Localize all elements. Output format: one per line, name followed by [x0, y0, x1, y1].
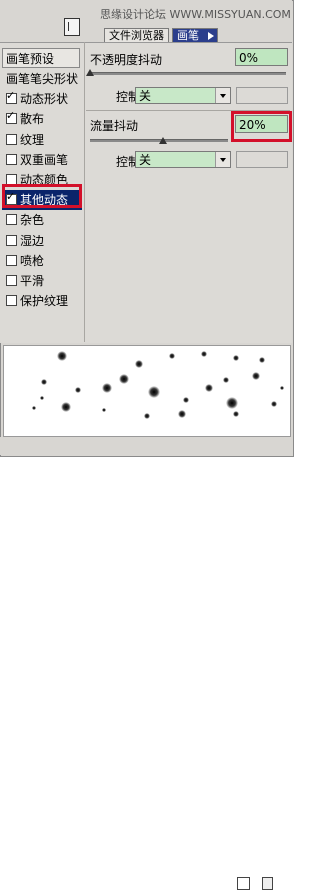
flow-jitter-slider-thumb[interactable] [159, 137, 168, 144]
brush-dab [226, 397, 238, 409]
brush-dab [41, 379, 47, 385]
opacity-control-select[interactable]: 关 [135, 87, 231, 104]
flow-jitter-label: 流量抖动 [90, 119, 139, 133]
brush-dab [178, 410, 186, 418]
opacity-control-value: 关 [139, 89, 152, 103]
panel-header: 思缘设计论坛 WWW.MISSYUAN.COM 文件浏览器 画笔 [0, 0, 292, 43]
sidebar-item[interactable]: 动态形状 [2, 89, 82, 109]
checkbox[interactable] [6, 214, 17, 226]
brush-dab [271, 401, 277, 407]
checkbox[interactable] [6, 295, 17, 307]
brush-dab [223, 377, 229, 383]
watermark-text: 思缘设计论坛 WWW.MISSYUAN.COM [100, 8, 291, 21]
sidebar-item[interactable]: 平滑 [2, 271, 82, 291]
sidebar-item-label: 保护纹理 [20, 294, 69, 309]
sidebar-item-brush-presets[interactable]: 画笔预设 [2, 48, 80, 68]
opacity-jitter-slider-track[interactable] [90, 72, 286, 75]
brush-dab [102, 383, 112, 393]
trash-icon[interactable] [262, 877, 273, 890]
brush-dab [32, 406, 36, 410]
brush-dab [183, 397, 189, 403]
opacity-jitter-field[interactable]: 0% [235, 48, 288, 66]
sidebar-item-label: 杂色 [20, 213, 45, 228]
brush-dab [205, 384, 213, 392]
sidebar-item[interactable]: 纹理 [2, 130, 82, 150]
checkbox[interactable] [6, 109, 17, 125]
panel-menu-arrow-icon[interactable] [208, 32, 214, 40]
brush-dab [61, 402, 71, 412]
flow-control-select[interactable]: 关 [135, 151, 231, 168]
sidebar-item-label: 画笔笔尖形状 [6, 72, 79, 86]
sidebar-item-label: 散布 [20, 112, 45, 127]
brush-dab [144, 413, 150, 419]
brush-dab [201, 351, 207, 357]
flow-control-aux-field [236, 151, 288, 168]
brush-dab [40, 396, 44, 400]
chevron-down-icon[interactable] [215, 152, 230, 167]
tab-file-browser[interactable]: 文件浏览器 [104, 28, 169, 43]
sidebar-item-label: 喷枪 [20, 253, 45, 268]
tab-brushes-label: 画笔 [177, 29, 199, 42]
brush-dab [119, 374, 129, 384]
opacity-jitter-label: 不透明度抖动 [90, 53, 163, 67]
checkbox[interactable] [6, 254, 17, 266]
checkbox[interactable] [6, 89, 17, 105]
brush-dab [252, 372, 260, 380]
brush-dab [135, 360, 143, 368]
chevron-down-icon[interactable] [215, 88, 230, 103]
brush-dab [233, 355, 239, 361]
opacity-jitter-slider-thumb[interactable] [86, 69, 94, 76]
sidebar-item[interactable]: 散布 [2, 109, 82, 129]
sidebar-item-label: 湿边 [20, 233, 45, 248]
brush-dab [75, 387, 81, 393]
checkbox[interactable] [6, 133, 17, 145]
opacity-control-aux-field [236, 87, 288, 104]
panel-footer [0, 437, 292, 890]
sidebar-divider [84, 42, 85, 342]
sidebar-item[interactable]: 杂色 [2, 210, 82, 230]
brush-stroke-preview [3, 345, 291, 437]
highlight-flow-jitter-field [231, 111, 292, 142]
sidebar-item[interactable]: 保护纹理 [2, 291, 82, 311]
new-brush-icon[interactable] [237, 877, 250, 890]
brush-dab [169, 353, 175, 359]
checkbox[interactable] [6, 153, 17, 165]
brush-dab [102, 408, 106, 412]
sidebar-item-label: 纹理 [20, 132, 45, 147]
highlight-other-dynamics [2, 184, 82, 208]
brush-dab [57, 351, 67, 361]
checkbox[interactable] [6, 275, 17, 286]
palette-well-icon[interactable] [64, 18, 80, 36]
brush-dab [233, 411, 239, 417]
sidebar-item[interactable]: 双重画笔 [2, 150, 82, 170]
sidebar-item-label: 双重画笔 [20, 152, 69, 167]
tab-brushes[interactable]: 画笔 [172, 28, 218, 42]
flow-control-value: 关 [139, 153, 152, 167]
sidebar-item-label: 平滑 [20, 274, 45, 288]
brush-dab [259, 357, 265, 363]
brush-dab [148, 386, 160, 398]
sidebar-item[interactable]: 喷枪 [2, 251, 82, 271]
checkbox[interactable] [6, 234, 17, 246]
sidebar-item[interactable]: 湿边 [2, 231, 82, 251]
brush-dab [280, 386, 284, 390]
sidebar-item-label: 动态形状 [20, 92, 69, 107]
brush-stroke-preview-canvas [32, 351, 284, 419]
sidebar-item[interactable]: 画笔笔尖形状 [2, 69, 82, 89]
